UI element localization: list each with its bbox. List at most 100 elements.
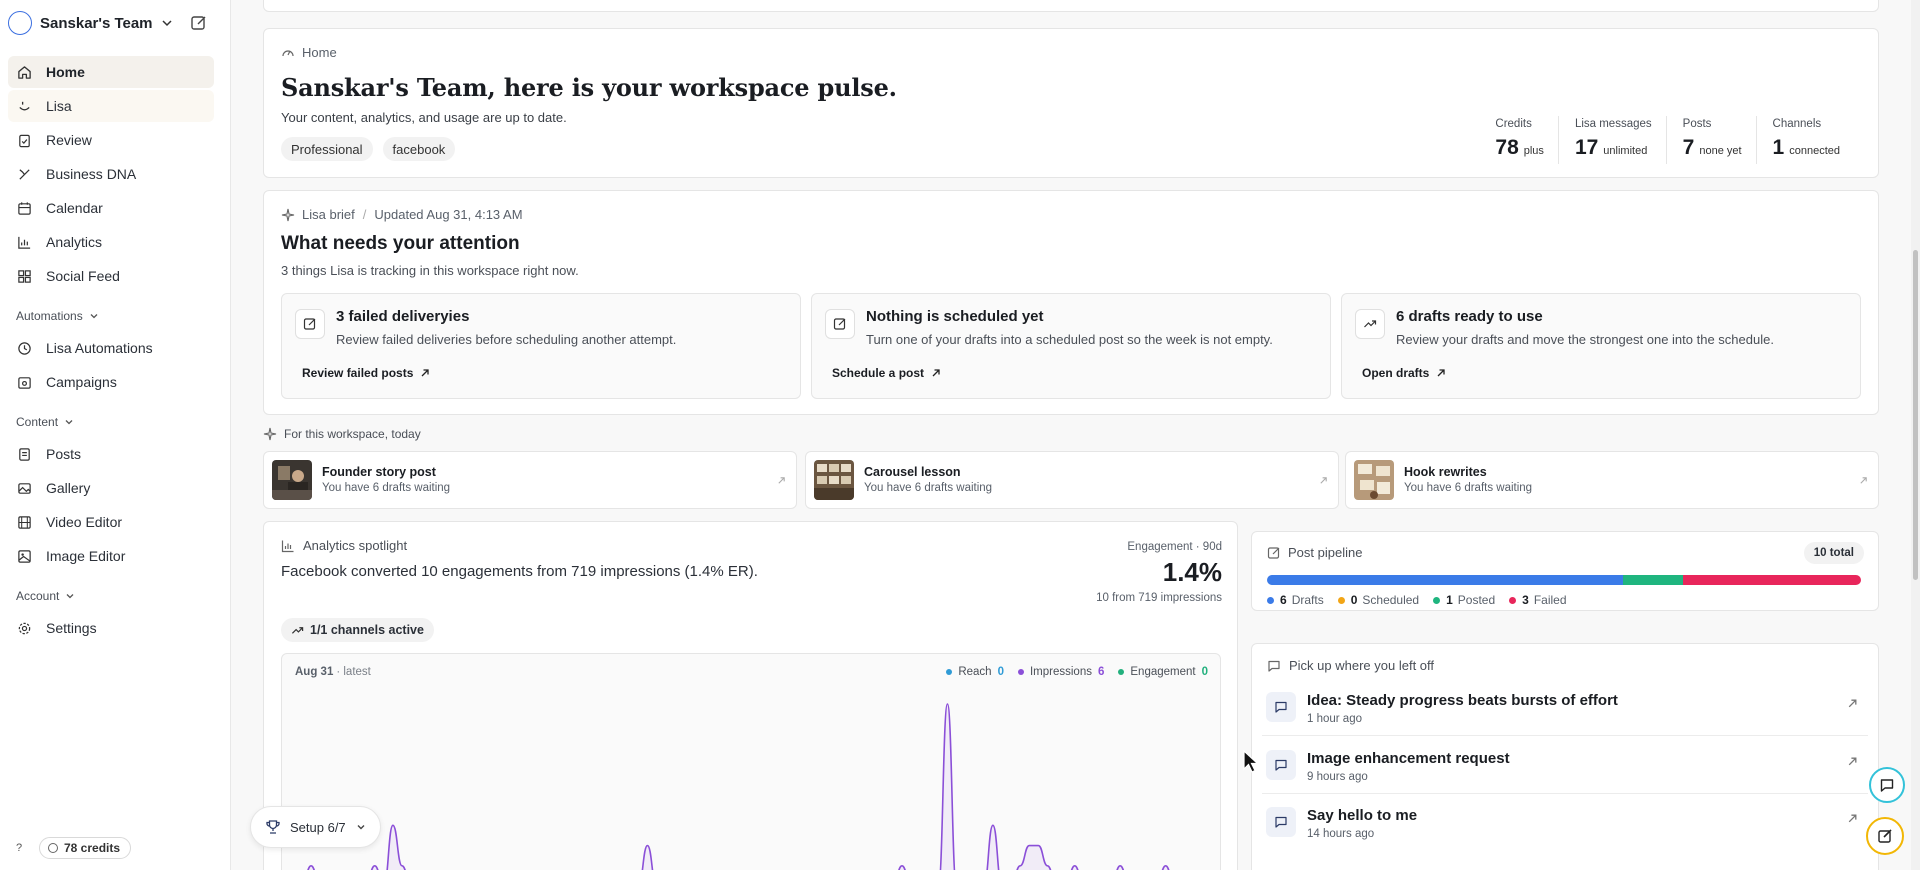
open-chat-button[interactable] xyxy=(1869,767,1905,803)
team-switcher[interactable]: Sanskar's Team xyxy=(8,10,218,36)
task-card[interactable]: Nothing is scheduled yet Turn one of you… xyxy=(811,293,1331,399)
legend-dot xyxy=(1433,596,1441,604)
sidebar-item-label: Lisa Automations xyxy=(46,340,153,356)
brief-subtitle: 3 things Lisa is tracking in this worksp… xyxy=(281,263,579,278)
tag-chip[interactable]: facebook xyxy=(382,137,456,161)
clock-icon xyxy=(16,340,32,356)
trend-up-icon xyxy=(1355,309,1385,339)
page-scrollbar[interactable] xyxy=(1911,0,1920,870)
channels-active-badge[interactable]: 1/1 channels active xyxy=(281,618,434,642)
team-name: Sanskar's Team xyxy=(40,14,153,32)
schedule-post-link[interactable]: Schedule a post xyxy=(832,366,941,380)
sidebar-item-lisa-automations[interactable]: Lisa Automations xyxy=(8,332,214,364)
scrollbar-thumb[interactable] xyxy=(1913,250,1918,580)
sidebar-footer: ? 78 credits xyxy=(8,837,132,859)
sidebar: Sanskar's Team Home Lisa Review Business… xyxy=(0,0,231,870)
new-chat-edit-icon[interactable] xyxy=(190,14,208,32)
legend-engagement[interactable]: Engagement 0 xyxy=(1118,666,1208,678)
section-label: Content xyxy=(16,415,59,429)
stat-lisa-messages: Lisa messages 17 unlimited xyxy=(1557,116,1666,164)
chart-date-value: Aug 31 xyxy=(295,666,334,678)
chevron-down-icon xyxy=(90,314,98,319)
task-description: Review your drafts and move the stronges… xyxy=(1396,332,1774,347)
sidebar-item-home[interactable]: Home xyxy=(8,56,214,88)
tag-chip[interactable]: Professional xyxy=(281,137,373,161)
sidebar-item-social-feed[interactable]: Social Feed xyxy=(8,260,214,292)
task-card[interactable]: 3 failed deliveryies Review failed deliv… xyxy=(281,293,801,399)
edit-icon xyxy=(295,309,325,339)
lisa-brief-card: Lisa brief / Updated Aug 31, 4:13 AM Wha… xyxy=(263,190,1879,415)
section-automations[interactable]: Automations xyxy=(8,304,214,328)
sidebar-item-lisa[interactable]: Lisa xyxy=(8,90,214,122)
idea-card[interactable]: Founder story post You have 6 drafts wai… xyxy=(263,451,797,509)
sidebar-item-posts[interactable]: Posts xyxy=(8,438,214,470)
sidebar-item-label: Lisa xyxy=(46,98,72,114)
sidebar-item-label: Image Editor xyxy=(46,548,126,564)
chevron-down-icon xyxy=(66,594,74,599)
engagement-label: Engagement · 90d xyxy=(1127,541,1222,553)
analytics-header: Analytics spotlight xyxy=(281,538,407,553)
gallery-icon xyxy=(16,480,32,496)
sidebar-item-analytics[interactable]: Analytics xyxy=(8,226,214,258)
pipeline-status: Failed xyxy=(1533,593,1567,607)
stat-channels: Channels 1 connected xyxy=(1755,116,1854,164)
sidebar-item-gallery[interactable]: Gallery xyxy=(8,472,214,504)
arrow-up-right-icon xyxy=(1848,814,1857,823)
campaign-icon xyxy=(16,374,32,390)
sidebar-item-review[interactable]: Review xyxy=(8,124,214,156)
sidebar-item-image-editor[interactable]: Image Editor xyxy=(8,540,214,572)
idea-card[interactable]: Hook rewrites You have 6 drafts waiting xyxy=(1345,451,1879,509)
idea-thumbnail xyxy=(272,460,312,500)
task-description: Review failed deliveries before scheduli… xyxy=(336,332,677,347)
pipeline-total-badge: 10 total xyxy=(1803,542,1864,564)
legend-label: Engagement xyxy=(1130,666,1196,678)
conversation-item[interactable]: Say hello to me 14 hours ago xyxy=(1262,797,1868,851)
sidebar-item-calendar[interactable]: Calendar xyxy=(8,192,214,224)
today-label: For this workspace, today xyxy=(284,427,421,441)
legend-reach[interactable]: Reach 0 xyxy=(946,666,1004,678)
task-card[interactable]: 6 drafts ready to use Review your drafts… xyxy=(1341,293,1861,399)
sidebar-item-settings[interactable]: Settings xyxy=(8,612,214,644)
pipeline-count: 1 xyxy=(1446,593,1453,607)
edit-icon xyxy=(1878,829,1892,843)
setup-progress-button[interactable]: Setup 6/7 xyxy=(250,806,381,848)
chat-icon xyxy=(1266,807,1296,837)
pipeline-status: Posted xyxy=(1457,593,1496,607)
sidebar-item-label: Home xyxy=(46,64,85,80)
document-icon xyxy=(16,446,32,462)
conversation-item[interactable]: Image enhancement request 9 hours ago xyxy=(1262,740,1868,794)
arrow-up-right-icon xyxy=(1848,699,1857,708)
separator: / xyxy=(362,207,367,222)
section-account[interactable]: Account xyxy=(8,584,214,608)
analytics-chart[interactable]: Aug 31 · latest Reach 0 Impressions 6 Engag… xyxy=(281,653,1221,870)
open-drafts-link[interactable]: Open drafts xyxy=(1362,366,1446,380)
idea-card[interactable]: Carousel lesson You have 6 drafts waitin… xyxy=(805,451,1339,509)
stat-value: 17 xyxy=(1574,136,1599,159)
arrow-up-right-icon xyxy=(1860,477,1867,484)
link-label: Review failed posts xyxy=(302,366,414,380)
legend-dot xyxy=(946,669,953,675)
idea-title: Carousel lesson xyxy=(864,465,961,479)
sidebar-item-video-editor[interactable]: Video Editor xyxy=(8,506,214,538)
sidebar-item-label: Business DNA xyxy=(46,166,137,182)
credits-badge[interactable]: 78 credits xyxy=(39,837,132,859)
link-label: Open drafts xyxy=(1362,366,1430,380)
pipeline-drafts[interactable]: 6 Drafts xyxy=(1267,593,1324,607)
conversation-item[interactable]: Idea: Steady progress beats bursts of ef… xyxy=(1262,682,1868,736)
help-button[interactable]: ? xyxy=(8,837,30,859)
pipeline-scheduled[interactable]: 0 Scheduled xyxy=(1337,593,1419,607)
pipeline-failed[interactable]: 3 Failed xyxy=(1509,593,1567,607)
credits-label: 78 credits xyxy=(64,841,121,855)
stat-label: Lisa messages xyxy=(1574,118,1652,130)
review-failed-posts-link[interactable]: Review failed posts xyxy=(302,366,430,380)
compose-button[interactable] xyxy=(1866,817,1904,855)
pipeline-posted[interactable]: 1 Posted xyxy=(1433,593,1495,607)
legend-impressions[interactable]: Impressions 6 xyxy=(1017,666,1104,678)
sidebar-item-business-dna[interactable]: Business DNA xyxy=(8,158,214,190)
legend-value: 0 xyxy=(997,666,1004,678)
pipeline-segment-failed xyxy=(1682,575,1861,585)
gauge-icon xyxy=(282,49,294,56)
sidebar-item-campaigns[interactable]: Campaigns xyxy=(8,366,214,398)
section-content[interactable]: Content xyxy=(8,410,214,434)
stat-unit: unlimited xyxy=(1603,145,1648,157)
